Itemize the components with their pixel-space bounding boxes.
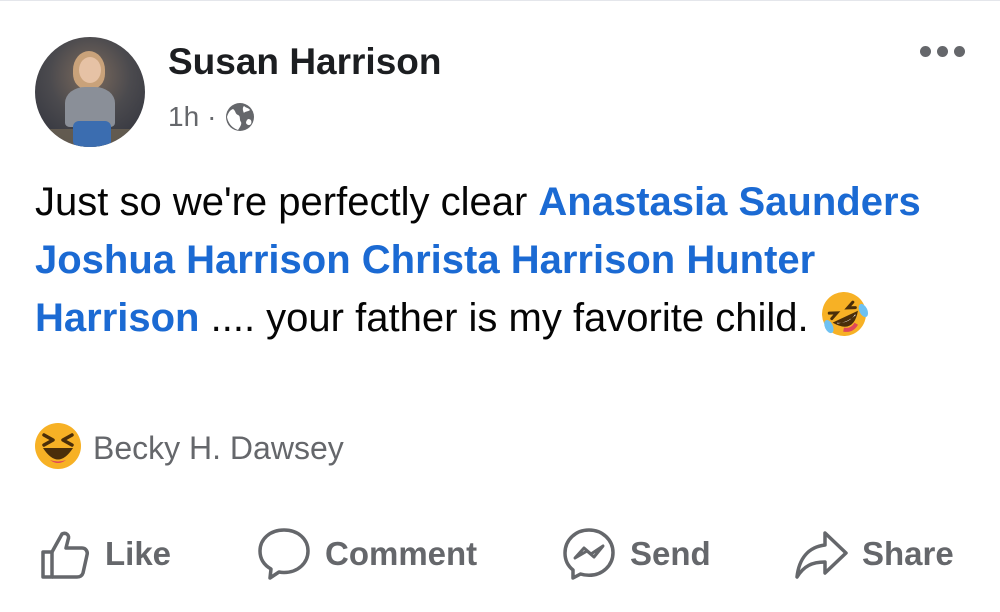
post-text-intro: Just so we're perfectly clear: [35, 180, 539, 224]
mention-link[interactable]: Joshua Harrison: [35, 238, 351, 282]
more-dots-icon[interactable]: [920, 46, 965, 57]
share-arrow-icon: [792, 525, 850, 583]
rolling-on-floor-laughing-emoji: [819, 289, 869, 355]
share-label: Share: [862, 535, 954, 572]
dot: [937, 46, 948, 57]
mention-link[interactable]: Anastasia Saunders: [538, 180, 920, 224]
reactor-name[interactable]: Becky H. Dawsey: [93, 430, 344, 467]
post-text: Just so we're perfectly clear Anastasia …: [35, 173, 965, 355]
post-text-after: .... your father is my favorite child.: [199, 296, 809, 340]
action-bar: Like Comment Send Share: [0, 519, 1000, 589]
dot: [920, 46, 931, 57]
comment-bubble-icon: [255, 525, 313, 583]
messenger-icon: [560, 525, 618, 583]
comment-label: Comment: [325, 535, 478, 572]
meta-separator: ·: [207, 101, 217, 132]
dot: [954, 46, 965, 57]
globe-icon[interactable]: [224, 101, 256, 133]
thumbs-up-icon: [37, 526, 93, 582]
post-card: Susan Harrison 1h · Just so we're perfec…: [0, 0, 1000, 612]
send-button[interactable]: Send: [560, 519, 711, 589]
haha-reaction-icon: [33, 421, 83, 476]
post-time[interactable]: 1h: [168, 101, 199, 133]
author-name[interactable]: Susan Harrison: [168, 41, 441, 83]
reaction-summary[interactable]: Becky H. Dawsey: [33, 421, 344, 476]
avatar-face: [79, 57, 101, 83]
like-button[interactable]: Like: [37, 519, 171, 589]
share-button[interactable]: Share: [792, 519, 954, 589]
comment-button[interactable]: Comment: [255, 519, 477, 589]
author-avatar[interactable]: [35, 37, 145, 147]
send-label: Send: [630, 535, 711, 572]
post-meta: 1h ·: [168, 101, 256, 133]
avatar-legs: [73, 121, 111, 147]
like-label: Like: [105, 535, 172, 572]
mention-link[interactable]: Christa Harrison: [362, 238, 675, 282]
